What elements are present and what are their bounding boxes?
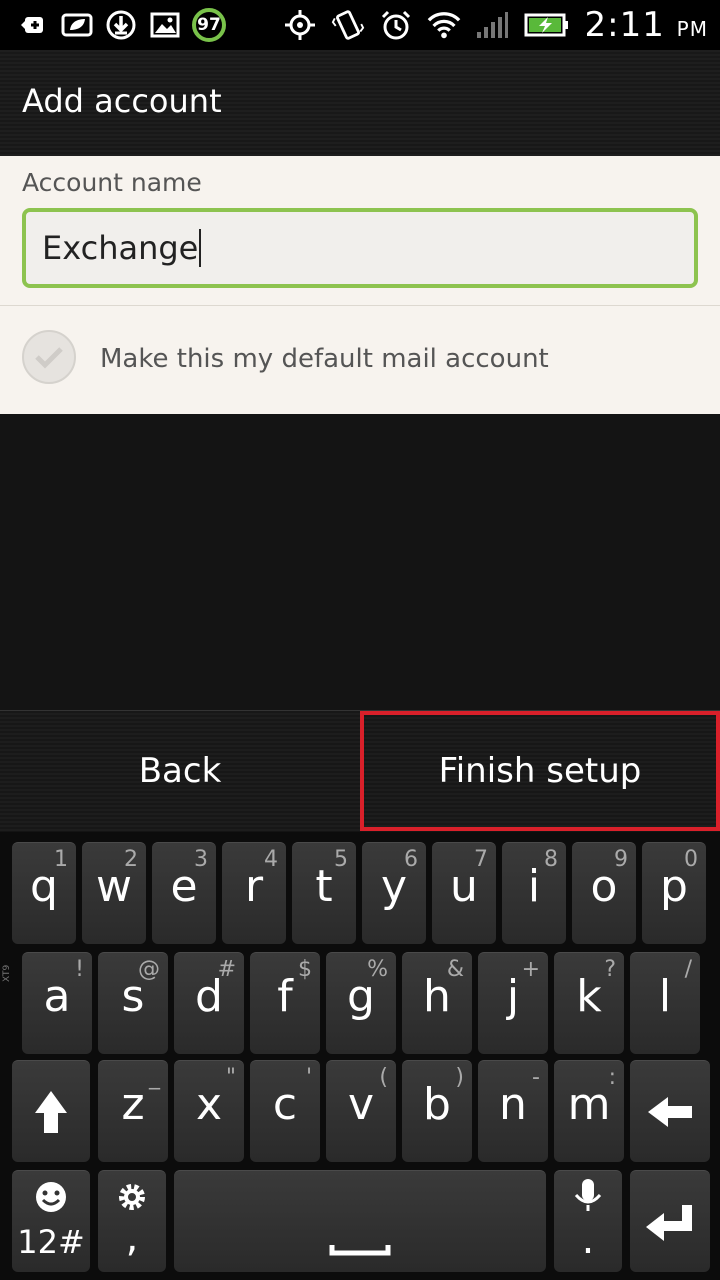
key-label: r [244, 861, 264, 912]
check-icon [35, 347, 63, 369]
key-label: v [347, 1079, 375, 1130]
key-k[interactable]: ? k [554, 952, 624, 1054]
key-label: p [660, 861, 688, 912]
key-r[interactable]: 4r [222, 842, 286, 944]
key-q[interactable]: 1q [12, 842, 76, 944]
image-icon [148, 8, 182, 42]
key-label: a [43, 971, 71, 1022]
key-o[interactable]: 9o [572, 842, 636, 944]
key-l[interactable]: / l [630, 952, 700, 1054]
account-form: Account name Exchange Make this my defau… [0, 156, 720, 414]
key-label: i [527, 861, 541, 912]
key-label: n [499, 1079, 527, 1130]
comma-label: , [125, 1215, 139, 1261]
key-d[interactable]: # d [174, 952, 244, 1054]
key-label: k [576, 971, 602, 1022]
signal-icon [475, 8, 509, 42]
numbers-key-label: 12# [17, 1223, 85, 1261]
key-a[interactable]: ! a [22, 952, 92, 1054]
key-x[interactable]: " x [174, 1060, 244, 1162]
default-account-checkbox[interactable] [22, 330, 76, 384]
key-w[interactable]: 2w [82, 842, 146, 944]
back-button[interactable]: Back [0, 711, 360, 831]
smiley-icon [36, 1182, 66, 1212]
account-name-label: Account name [22, 168, 202, 197]
key-f[interactable]: $ f [250, 952, 320, 1054]
key-label: s [121, 971, 145, 1022]
key-i[interactable]: 8i [502, 842, 566, 944]
wifi-icon [427, 8, 461, 42]
key-label: t [315, 861, 333, 912]
leaf-icon [60, 8, 94, 42]
space-bar-icon [329, 1245, 391, 1256]
gear-icon [119, 1184, 145, 1210]
key-label: j [506, 971, 520, 1022]
key-label: x [195, 1079, 223, 1130]
download-icon [104, 8, 138, 42]
key-label: f [277, 971, 293, 1022]
key-s[interactable]: @ s [98, 952, 168, 1054]
soft-keyboard: XT9 12# , . 1 q 2 w 3 e 4 r 5 t 6 y 7 u 8 i 9 o 0 p ! a @ s # d $ f… [0, 832, 720, 1280]
period-label: . [581, 1217, 595, 1263]
key-b[interactable]: ) b [402, 1060, 472, 1162]
backspace-icon [648, 1097, 692, 1127]
alarm-icon [379, 8, 413, 42]
action-bar: Back Finish setup [0, 710, 720, 831]
notification-badge: 97 [192, 8, 226, 42]
key-label: u [450, 861, 478, 912]
mic-period-key[interactable]: . [554, 1170, 622, 1272]
divider [0, 305, 720, 306]
key-label: e [170, 861, 198, 912]
key-label: q [30, 861, 58, 912]
key-t[interactable]: 5t [292, 842, 356, 944]
microphone-icon [574, 1179, 602, 1211]
key-p[interactable]: 0p [642, 842, 706, 944]
finish-setup-button[interactable]: Finish setup [360, 711, 720, 831]
enter-key[interactable] [630, 1170, 710, 1272]
emoji-numbers-key[interactable]: 12# [12, 1170, 90, 1272]
page-title: Add account [22, 82, 222, 120]
key-j[interactable]: + j [478, 952, 548, 1054]
key-y[interactable]: 6y [362, 842, 426, 944]
shift-key[interactable] [12, 1060, 90, 1162]
shift-arrow-icon [35, 1091, 67, 1133]
key-h[interactable]: & h [402, 952, 472, 1054]
key-v[interactable]: (v [326, 1060, 396, 1162]
settings-comma-key[interactable]: , [98, 1170, 166, 1272]
key-label: d [195, 971, 223, 1022]
battery-charging-icon [523, 8, 571, 42]
backspace-key[interactable] [630, 1060, 710, 1162]
key-label: m [567, 1079, 611, 1130]
key-g[interactable]: % g [326, 952, 396, 1054]
key-label: g [347, 971, 375, 1022]
account-name-value: Exchange [42, 229, 199, 267]
gps-icon [283, 8, 317, 42]
key-label: c [272, 1079, 298, 1130]
status-bar: 97 2:11 PM [0, 0, 720, 50]
key-m[interactable]: :m [554, 1060, 624, 1162]
key-label: h [423, 971, 451, 1022]
title-bar: Add account [0, 50, 720, 156]
account-name-input[interactable]: Exchange [22, 208, 698, 288]
key-u[interactable]: 7u [432, 842, 496, 944]
key-label: b [423, 1079, 451, 1130]
key-n[interactable]: -n [478, 1060, 548, 1162]
vibrate-icon [331, 8, 365, 42]
key-label: l [658, 971, 672, 1022]
enter-icon [646, 1205, 692, 1241]
back-arrow-icon [16, 8, 50, 42]
space-key[interactable] [174, 1170, 546, 1272]
key-label: z [121, 1079, 145, 1130]
key-z[interactable]: _ z [98, 1060, 168, 1162]
key-label: o [590, 861, 618, 912]
key-label: y [380, 861, 408, 912]
xt9-label: XT9 [2, 964, 12, 982]
key-label: w [96, 861, 132, 912]
clock: 2:11 PM [584, 5, 708, 45]
key-c[interactable]: ' c [250, 1060, 320, 1162]
key-e[interactable]: 3e [152, 842, 216, 944]
default-account-label[interactable]: Make this my default mail account [100, 344, 549, 374]
text-caret [199, 229, 202, 267]
